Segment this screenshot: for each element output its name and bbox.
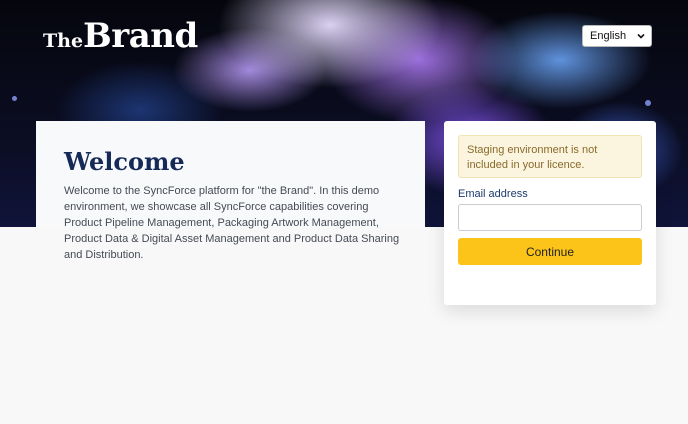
continue-button[interactable]: Continue xyxy=(458,238,642,265)
language-select[interactable]: English xyxy=(582,25,652,47)
background-particle xyxy=(12,96,17,101)
brand-logo-prefix: The xyxy=(43,30,84,52)
welcome-title: Welcome xyxy=(64,147,185,176)
language-select-value: English xyxy=(590,30,627,42)
login-card: Staging environment is not included in y… xyxy=(444,121,656,305)
brand-logo[interactable]: TheBrand xyxy=(43,16,198,56)
email-input[interactable] xyxy=(458,204,642,231)
brand-logo-name: Brand xyxy=(83,16,198,56)
licence-warning-alert: Staging environment is not included in y… xyxy=(458,135,642,178)
email-label: Email address xyxy=(458,188,528,200)
background-particle xyxy=(645,100,651,106)
chevron-down-icon xyxy=(637,33,645,39)
welcome-description: Welcome to the SyncForce platform for "t… xyxy=(64,185,400,261)
